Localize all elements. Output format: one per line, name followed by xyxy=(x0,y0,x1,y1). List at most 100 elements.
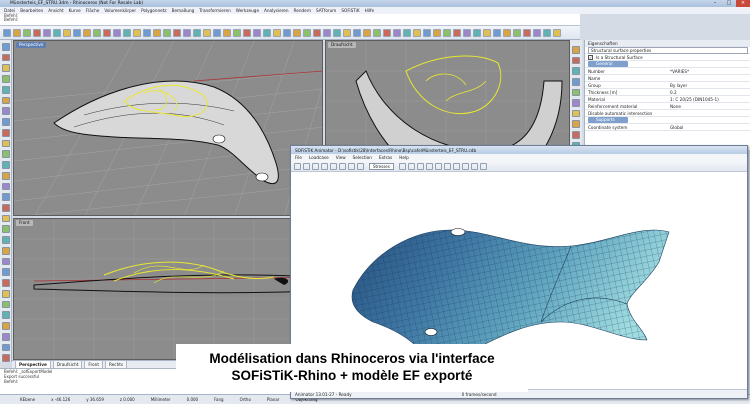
menu-item[interactable]: Transformieren xyxy=(199,8,230,13)
toolbar-button[interactable] xyxy=(433,28,441,37)
prop-row[interactable]: Coordinate system Global xyxy=(585,124,750,131)
toolbar-button[interactable] xyxy=(398,162,406,170)
panel-icon-button[interactable] xyxy=(572,77,580,86)
minimize-button[interactable]: – xyxy=(708,0,722,7)
toolbar-button[interactable] xyxy=(73,28,81,37)
toolbar-button[interactable] xyxy=(513,28,521,37)
tool-button[interactable] xyxy=(1,268,10,277)
prop-row[interactable]: Number *VARIES* xyxy=(585,68,750,75)
sofistik-menu-item[interactable]: Selection xyxy=(353,155,372,160)
toolbar-button[interactable] xyxy=(53,28,61,37)
maximize-button[interactable]: □ xyxy=(722,0,736,7)
toolbar-button[interactable] xyxy=(203,28,211,37)
toolbar-button[interactable] xyxy=(407,162,415,170)
sofistik-menu-item[interactable]: File xyxy=(295,155,302,160)
menu-item[interactable]: Analysieren xyxy=(264,8,289,13)
menu-item[interactable]: Rendern xyxy=(294,8,312,13)
prop-row[interactable]: Material 1: C 20/25 (DIN1045-1) xyxy=(585,96,750,103)
sofistik-menu-item[interactable]: Extras xyxy=(379,155,392,160)
viewport-perspective[interactable]: Perspective xyxy=(13,40,323,216)
tool-button[interactable] xyxy=(1,193,10,202)
panel-icon-button[interactable] xyxy=(572,56,580,65)
status-layer[interactable]: KEbene xyxy=(20,397,35,402)
tool-button[interactable] xyxy=(1,182,10,191)
toolbar-button[interactable] xyxy=(63,28,71,37)
toolbar-button[interactable] xyxy=(533,28,541,37)
toolbar-button[interactable] xyxy=(461,162,469,170)
toolbar-button[interactable] xyxy=(133,28,141,37)
tool-button[interactable] xyxy=(1,311,10,320)
toolbar-button[interactable] xyxy=(416,162,424,170)
tool-button[interactable] xyxy=(1,85,10,94)
prop-row[interactable]: Group By layer xyxy=(585,82,750,89)
toolbar-button[interactable] xyxy=(213,28,221,37)
toolbar-button[interactable] xyxy=(321,162,328,170)
prop-row[interactable]: Name xyxy=(585,75,750,82)
tool-button[interactable] xyxy=(1,53,10,62)
prop-row[interactable]: Reinforcement material None xyxy=(585,103,750,110)
toolbar-button[interactable] xyxy=(143,28,151,37)
toolbar-button[interactable] xyxy=(343,28,351,37)
toolbar-button[interactable] xyxy=(294,162,301,170)
toolbar-button[interactable] xyxy=(357,162,364,170)
toolbar-button[interactable] xyxy=(253,28,261,37)
toolbar-button[interactable] xyxy=(470,162,478,170)
toolbar-button[interactable] xyxy=(463,28,471,37)
tool-button[interactable] xyxy=(1,64,10,73)
toolbar-button[interactable] xyxy=(423,28,431,37)
prop-row[interactable]: Thickness [m] 0.2 xyxy=(585,89,750,96)
menu-item[interactable]: Bearbeiten xyxy=(20,8,43,13)
panel-icon-button[interactable] xyxy=(572,131,580,139)
menu-item[interactable]: Volumenkörper xyxy=(104,8,136,13)
menu-item[interactable]: Kurve xyxy=(69,8,81,13)
toolbar-button[interactable] xyxy=(453,28,461,37)
tool-button[interactable] xyxy=(1,322,10,330)
toolbar-button[interactable] xyxy=(123,28,131,37)
sofistik-menu-item[interactable]: Help xyxy=(399,155,409,160)
structural-surface-checkbox[interactable]: ✓ Is a Structural Surface xyxy=(585,54,750,61)
toolbar-button[interactable] xyxy=(223,28,231,37)
toolbar-button[interactable] xyxy=(425,162,433,170)
toolbar-button[interactable] xyxy=(483,28,491,37)
tool-button[interactable] xyxy=(1,214,10,223)
toolbar-button[interactable] xyxy=(443,28,451,37)
toolbar-button[interactable] xyxy=(443,162,451,170)
menu-item[interactable]: Werkzeuge xyxy=(236,8,259,13)
tool-button[interactable] xyxy=(1,43,10,51)
toolbar-button[interactable] xyxy=(473,28,481,37)
toolbar-button[interactable] xyxy=(163,28,171,37)
toolbar-button[interactable] xyxy=(543,28,551,37)
toolbar-button[interactable] xyxy=(233,28,241,37)
sofistik-menu-item[interactable]: View xyxy=(336,155,346,160)
toolbar-button[interactable] xyxy=(93,28,101,37)
toolbar-button[interactable] xyxy=(3,28,11,37)
toolbar-button[interactable] xyxy=(113,28,121,37)
panel-icon-button[interactable] xyxy=(572,109,580,118)
toolbar-button[interactable] xyxy=(312,162,319,170)
toolbar-button[interactable] xyxy=(339,162,346,170)
tool-button[interactable] xyxy=(1,343,10,352)
result-type-select[interactable]: Stresses xyxy=(369,162,394,170)
tool-button[interactable] xyxy=(1,289,10,298)
tool-button[interactable] xyxy=(1,279,10,287)
close-button[interactable]: × xyxy=(736,0,750,7)
panel-icon-button[interactable] xyxy=(572,99,580,107)
toolbar-button[interactable] xyxy=(383,28,391,37)
toolbar-button[interactable] xyxy=(273,28,281,37)
panel-icon-button[interactable] xyxy=(572,88,580,97)
menu-item[interactable]: Polygonnetz xyxy=(141,8,167,13)
tool-button[interactable] xyxy=(1,246,10,255)
toolbar-button[interactable] xyxy=(33,28,41,37)
toolbar-button[interactable] xyxy=(553,28,561,37)
tool-button[interactable] xyxy=(1,354,10,363)
group-general[interactable]: General xyxy=(585,61,750,68)
sofistik-menu-item[interactable]: Loadcase xyxy=(309,155,329,160)
toolbar-button[interactable] xyxy=(413,28,421,37)
toolbar-button[interactable] xyxy=(263,28,271,37)
tool-button[interactable] xyxy=(1,150,10,159)
panel-icon-button[interactable] xyxy=(572,46,580,54)
toolbar-button[interactable] xyxy=(333,28,341,37)
tool-button[interactable] xyxy=(1,96,10,105)
menu-item[interactable]: SATforum xyxy=(316,8,336,13)
prop-row[interactable]: Disable automatic intersection xyxy=(585,110,750,117)
